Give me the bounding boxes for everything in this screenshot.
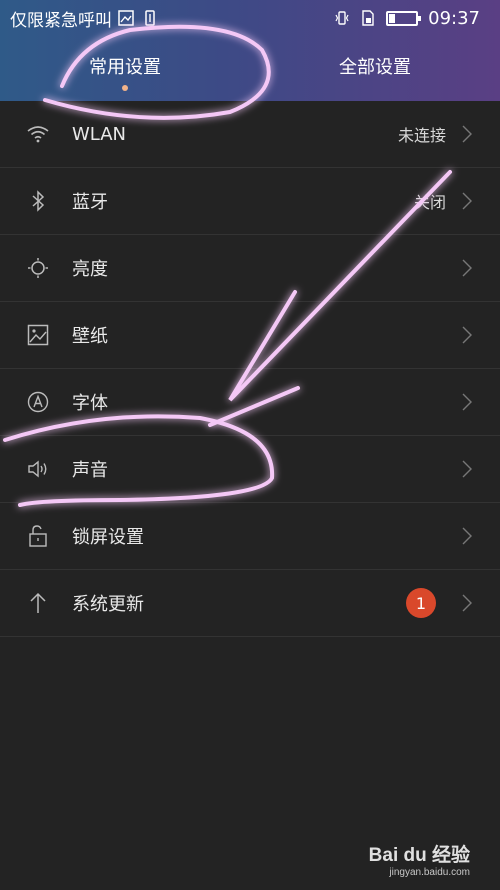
settings-row-label: 壁纸 bbox=[72, 326, 108, 347]
wallpaper-icon bbox=[27, 324, 49, 346]
update-icon bbox=[27, 592, 49, 614]
chevron-right-icon bbox=[462, 460, 472, 478]
vibrate-icon bbox=[335, 11, 349, 25]
image-icon bbox=[118, 10, 134, 26]
settings-row-label: 蓝牙 bbox=[72, 192, 108, 213]
settings-list: WLAN 未连接 蓝牙 关闭 亮度 壁纸 字体 声音 锁屏设置 系统更新 1 bbox=[0, 101, 500, 637]
settings-row-wallpaper[interactable]: 壁纸 bbox=[0, 302, 500, 369]
settings-row-label: 锁屏设置 bbox=[72, 527, 144, 548]
settings-row-label: 声音 bbox=[72, 460, 108, 481]
chevron-right-icon bbox=[462, 326, 472, 344]
settings-row-label: 系统更新 bbox=[72, 594, 144, 615]
carrier-text: 仅限紧急呼叫 bbox=[10, 10, 112, 31]
active-tab-indicator bbox=[122, 85, 128, 91]
settings-row-sound[interactable]: 声音 bbox=[0, 436, 500, 503]
tab-label: 常用设置 bbox=[89, 56, 161, 78]
font-icon bbox=[27, 391, 49, 413]
watermark-logo: Bai du 经验 bbox=[368, 845, 470, 866]
settings-row-value: 未连接 bbox=[397, 126, 446, 145]
tab-common-settings[interactable]: 常用设置 bbox=[0, 36, 250, 101]
chevron-right-icon bbox=[462, 527, 472, 545]
chevron-right-icon bbox=[462, 192, 472, 210]
chevron-right-icon bbox=[462, 259, 472, 277]
settings-row-value: 关闭 bbox=[413, 193, 446, 212]
sim-icon bbox=[145, 10, 155, 26]
settings-row-lockscreen[interactable]: 锁屏设置 bbox=[0, 503, 500, 570]
settings-row-label: WLAN bbox=[72, 123, 127, 145]
sound-icon bbox=[27, 458, 49, 480]
sim-card-icon bbox=[362, 10, 374, 26]
settings-row-label: 字体 bbox=[72, 393, 108, 414]
lock-icon bbox=[27, 525, 49, 547]
watermark: Bai du 经验 jingyan.baidu.com bbox=[369, 840, 470, 878]
settings-row-wlan[interactable]: WLAN 未连接 bbox=[0, 101, 500, 168]
tab-bar: 常用设置 全部设置 bbox=[0, 36, 500, 101]
tab-label: 全部设置 bbox=[339, 56, 411, 78]
settings-row-bluetooth[interactable]: 蓝牙 关闭 bbox=[0, 168, 500, 235]
settings-row-system-update[interactable]: 系统更新 1 bbox=[0, 570, 500, 637]
settings-row-font[interactable]: 字体 bbox=[0, 369, 500, 436]
wifi-icon bbox=[27, 123, 49, 145]
settings-row-brightness[interactable]: 亮度 bbox=[0, 235, 500, 302]
chevron-right-icon bbox=[462, 393, 472, 411]
clock: 09:37 bbox=[428, 7, 480, 29]
tab-all-settings[interactable]: 全部设置 bbox=[250, 36, 500, 101]
chevron-right-icon bbox=[462, 125, 472, 143]
watermark-url: jingyan.baidu.com bbox=[389, 867, 470, 878]
header: 仅限紧急呼叫 09:37 常用设置 全部设置 bbox=[0, 0, 500, 101]
bluetooth-icon bbox=[27, 190, 49, 212]
settings-row-label: 亮度 bbox=[72, 259, 108, 280]
update-count-badge: 1 bbox=[406, 588, 436, 618]
status-bar: 仅限紧急呼叫 09:37 bbox=[0, 0, 500, 36]
chevron-right-icon bbox=[462, 594, 472, 612]
brightness-icon bbox=[27, 257, 49, 279]
battery-icon bbox=[386, 10, 422, 26]
